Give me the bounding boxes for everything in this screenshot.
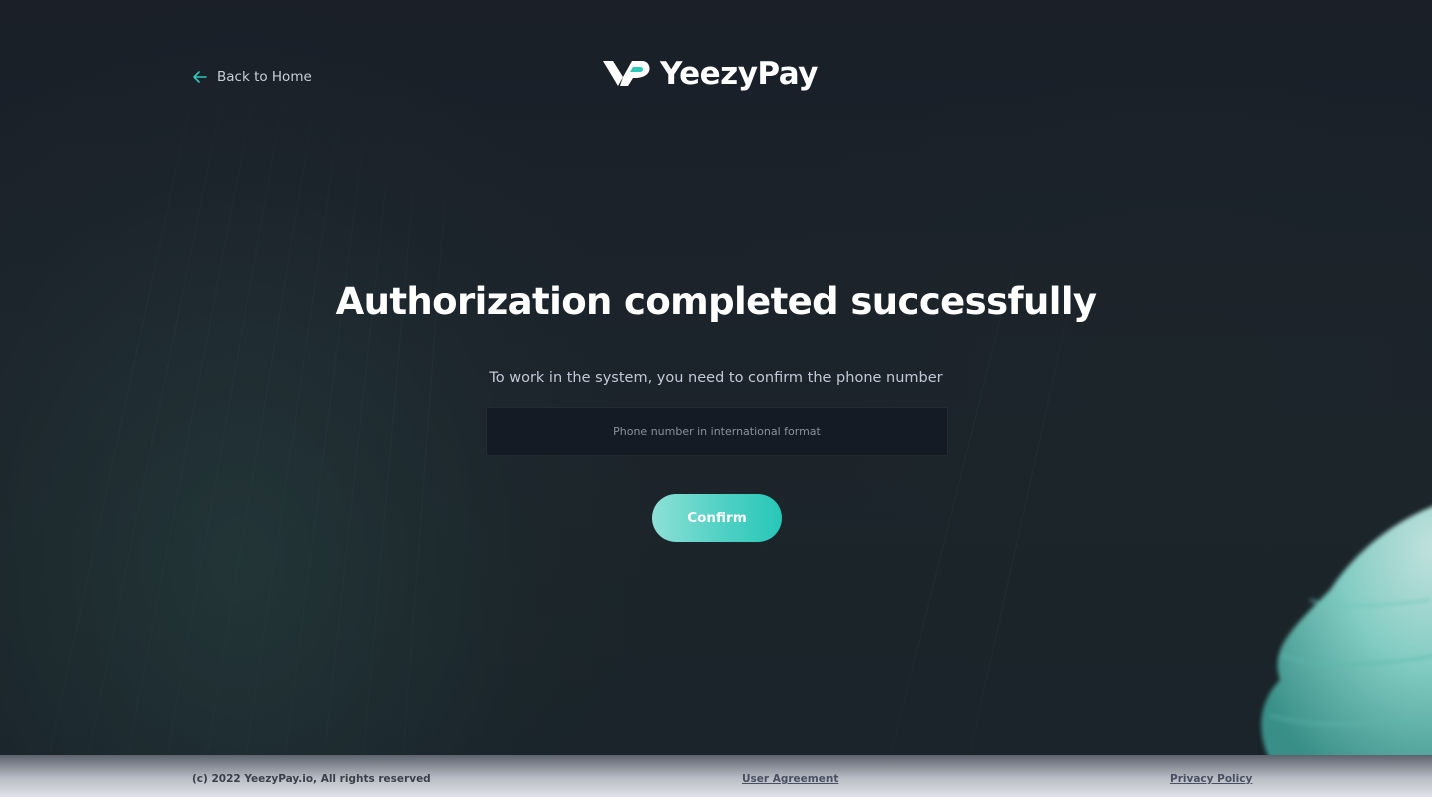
user-agreement-link[interactable]: User Agreement (742, 773, 838, 785)
page-title: Authorization completed successfully (335, 280, 1097, 323)
instruction-text: To work in the system, you need to confi… (489, 370, 943, 386)
auth-confirm-section: Authorization completed successfully To … (0, 0, 1432, 797)
page-footer: (c) 2022 YeezyPay.io, All rights reserve… (0, 755, 1432, 797)
phone-number-input[interactable] (486, 407, 948, 456)
privacy-policy-link[interactable]: Privacy Policy (1170, 773, 1252, 785)
copyright-text: (c) 2022 YeezyPay.io, All rights reserve… (192, 773, 431, 785)
confirm-button[interactable]: Confirm (652, 494, 782, 542)
